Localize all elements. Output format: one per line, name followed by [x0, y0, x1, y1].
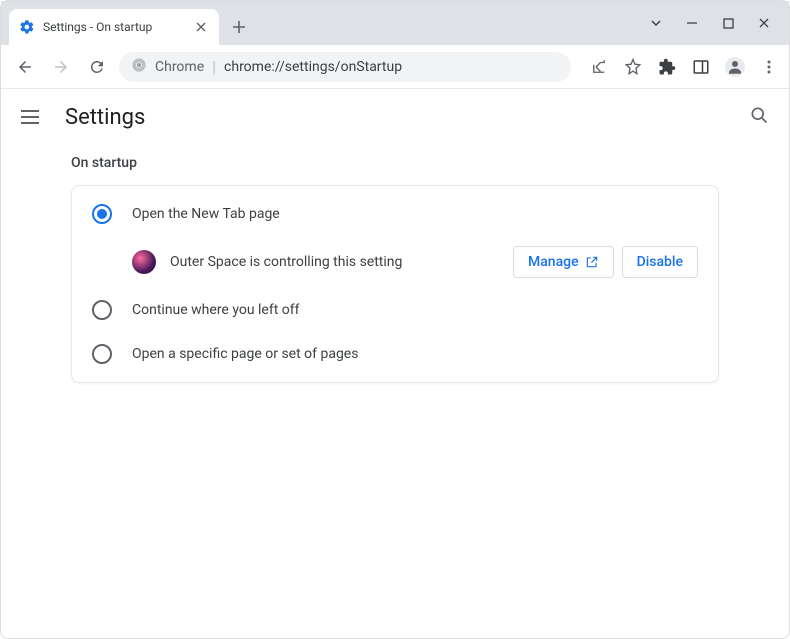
extension-notice: Outer Space is controlling this setting …	[72, 236, 718, 288]
maximize-icon[interactable]	[721, 16, 735, 30]
settings-content: On startup Open the New Tab page Outer S…	[1, 145, 789, 393]
external-link-icon	[585, 255, 599, 269]
minimize-icon[interactable]	[685, 16, 699, 30]
radio-icon[interactable]	[92, 344, 112, 364]
window-close-icon[interactable]	[757, 16, 771, 30]
page-title: Settings	[65, 105, 145, 130]
omnibox-url: chrome://settings/onStartup	[224, 59, 402, 75]
star-icon[interactable]	[623, 57, 643, 77]
search-icon[interactable]	[749, 105, 769, 129]
toolbar: Chrome | chrome://settings/onStartup	[1, 45, 789, 89]
reload-button[interactable]	[83, 53, 111, 81]
omnibox-separator: |	[212, 57, 216, 76]
extension-message: Outer Space is controlling this setting	[170, 254, 499, 270]
manage-button[interactable]: Manage	[513, 246, 614, 278]
disable-label: Disable	[637, 254, 683, 270]
radio-option-specific-pages[interactable]: Open a specific page or set of pages	[72, 332, 718, 376]
gear-icon	[19, 19, 35, 35]
window-controls	[649, 1, 781, 45]
radio-icon[interactable]	[92, 204, 112, 224]
new-tab-button[interactable]	[225, 13, 253, 41]
section-title: On startup	[71, 155, 719, 171]
menu-icon[interactable]	[759, 57, 779, 77]
titlebar: Settings - On startup	[1, 1, 789, 45]
startup-card: Open the New Tab page Outer Space is con…	[71, 185, 719, 383]
close-icon[interactable]	[193, 19, 209, 35]
tab-title: Settings - On startup	[43, 20, 193, 34]
settings-header: Settings	[1, 89, 789, 145]
radio-option-continue[interactable]: Continue where you left off	[72, 288, 718, 332]
radio-label: Continue where you left off	[132, 302, 300, 318]
share-icon[interactable]	[589, 57, 609, 77]
radio-icon[interactable]	[92, 300, 112, 320]
back-button[interactable]	[11, 53, 39, 81]
chevron-down-icon[interactable]	[649, 16, 663, 30]
extensions-icon[interactable]	[657, 57, 677, 77]
omnibox-prefix: Chrome	[155, 59, 204, 75]
manage-label: Manage	[528, 254, 579, 270]
hamburger-menu-icon[interactable]	[21, 105, 45, 129]
browser-tab[interactable]: Settings - On startup	[9, 9, 219, 45]
extension-actions: Manage Disable	[513, 246, 698, 278]
sidepanel-icon[interactable]	[691, 57, 711, 77]
address-bar[interactable]: Chrome | chrome://settings/onStartup	[119, 52, 571, 82]
toolbar-actions	[589, 57, 779, 77]
chrome-logo-icon	[131, 57, 147, 77]
profile-avatar[interactable]	[725, 57, 745, 77]
disable-button[interactable]: Disable	[622, 246, 698, 278]
radio-label: Open the New Tab page	[132, 206, 280, 222]
forward-button[interactable]	[47, 53, 75, 81]
radio-label: Open a specific page or set of pages	[132, 346, 358, 362]
extension-icon	[132, 250, 156, 274]
radio-option-new-tab[interactable]: Open the New Tab page	[72, 192, 718, 236]
